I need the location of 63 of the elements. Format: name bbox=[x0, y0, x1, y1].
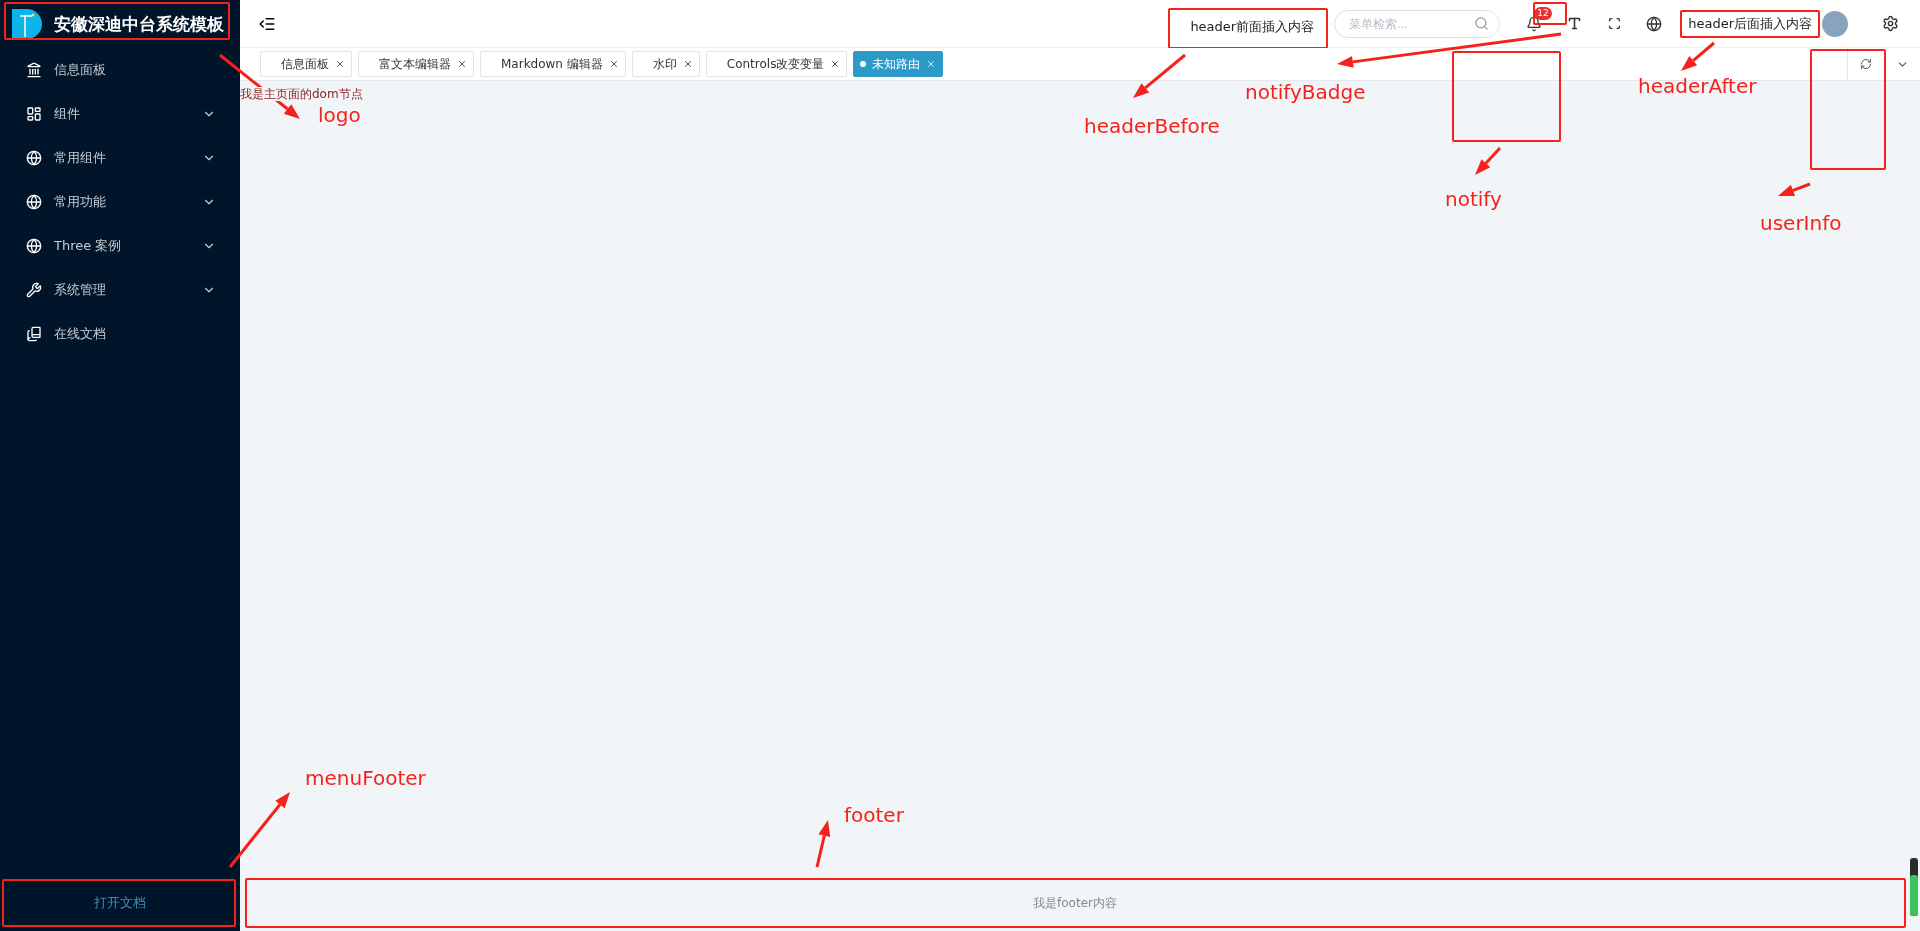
menu-icon bbox=[26, 150, 42, 166]
annotation-label: logo bbox=[318, 103, 361, 127]
tab[interactable]: Controls改变变量 bbox=[705, 51, 848, 77]
arrow bbox=[1133, 53, 1186, 98]
menu-item[interactable]: Three 案例 bbox=[0, 224, 240, 268]
tab-label: 富文本编辑器 bbox=[379, 55, 451, 73]
bell-icon bbox=[1526, 15, 1543, 32]
meter-drawing bbox=[1910, 858, 1918, 916]
app-title: 安徽深迪中台系统模板 bbox=[54, 12, 224, 36]
tab[interactable]: 富文本编辑器 bbox=[358, 51, 474, 77]
close-icon[interactable] bbox=[335, 59, 345, 69]
menu-item[interactable]: 组件 bbox=[0, 92, 240, 136]
close-icon[interactable] bbox=[830, 59, 841, 69]
menu-footer-link[interactable]: 打开文档 bbox=[0, 879, 240, 927]
menu-icon bbox=[26, 326, 42, 342]
close-icon[interactable] bbox=[682, 59, 693, 69]
menu-item[interactable]: 常用功能 bbox=[0, 180, 240, 224]
annotation-label: notifyBadge bbox=[1245, 80, 1366, 104]
arrow bbox=[1681, 41, 1715, 71]
search-input[interactable]: 菜单检索... bbox=[1347, 15, 1475, 32]
tab[interactable]: 水印 bbox=[631, 51, 700, 77]
tab-label: Markdown 编辑器 bbox=[501, 55, 603, 73]
tab[interactable]: Markdown 编辑器 bbox=[480, 51, 626, 77]
arrow bbox=[1475, 147, 1502, 175]
menu-item[interactable]: 常用组件 bbox=[0, 136, 240, 180]
menu-icon bbox=[26, 106, 42, 122]
refresh-icon bbox=[1860, 58, 1872, 70]
search-icon bbox=[1474, 16, 1490, 31]
annotation-label: headerBefore bbox=[1084, 114, 1220, 138]
annotation-label: footer bbox=[844, 803, 904, 827]
menu-icon bbox=[26, 194, 42, 210]
font-size-icon bbox=[1566, 16, 1582, 31]
logo-icon bbox=[12, 9, 42, 39]
menu-item[interactable]: 信息面板 bbox=[0, 48, 240, 92]
menu-icon bbox=[26, 282, 42, 298]
tab-label: 信息面板 bbox=[281, 55, 329, 73]
tab-label: 水印 bbox=[652, 55, 677, 73]
annotation-label: userInfo bbox=[1760, 211, 1842, 235]
menu-icon bbox=[26, 62, 42, 78]
menu-item[interactable]: 在线文档 bbox=[0, 312, 240, 356]
active-dot-icon bbox=[860, 61, 867, 67]
arrow bbox=[815, 820, 831, 868]
footer-text: 我是footer内容 bbox=[1033, 894, 1117, 912]
tab-label: Controls改变变量 bbox=[726, 55, 825, 73]
globe-icon bbox=[1646, 15, 1663, 32]
close-icon[interactable] bbox=[457, 59, 467, 69]
annotation-frame bbox=[1533, 2, 1567, 25]
settings-icon bbox=[1881, 15, 1899, 32]
avatar[interactable] bbox=[1822, 10, 1848, 37]
menu-item[interactable]: 系统管理 bbox=[0, 268, 240, 312]
header-before-text: header前面插入内容 bbox=[1190, 18, 1315, 36]
annotation-label: headerAfter bbox=[1638, 74, 1757, 98]
tab[interactable]: 信息面板 bbox=[260, 51, 352, 77]
notification-button[interactable]: 12 bbox=[1514, 3, 1555, 44]
annotation-label: notify bbox=[1445, 187, 1502, 211]
dom-node-text: 我是主页面的dom节点 bbox=[240, 87, 363, 101]
annotation-label: menuFooter bbox=[305, 766, 426, 790]
tab-label: 未知路由 bbox=[872, 55, 921, 73]
menu-icon bbox=[26, 238, 42, 254]
fullscreen-icon bbox=[1607, 17, 1621, 30]
arrow bbox=[1778, 182, 1811, 196]
close-icon[interactable] bbox=[608, 59, 619, 69]
header-after-text: header后面插入内容 bbox=[1688, 14, 1812, 33]
